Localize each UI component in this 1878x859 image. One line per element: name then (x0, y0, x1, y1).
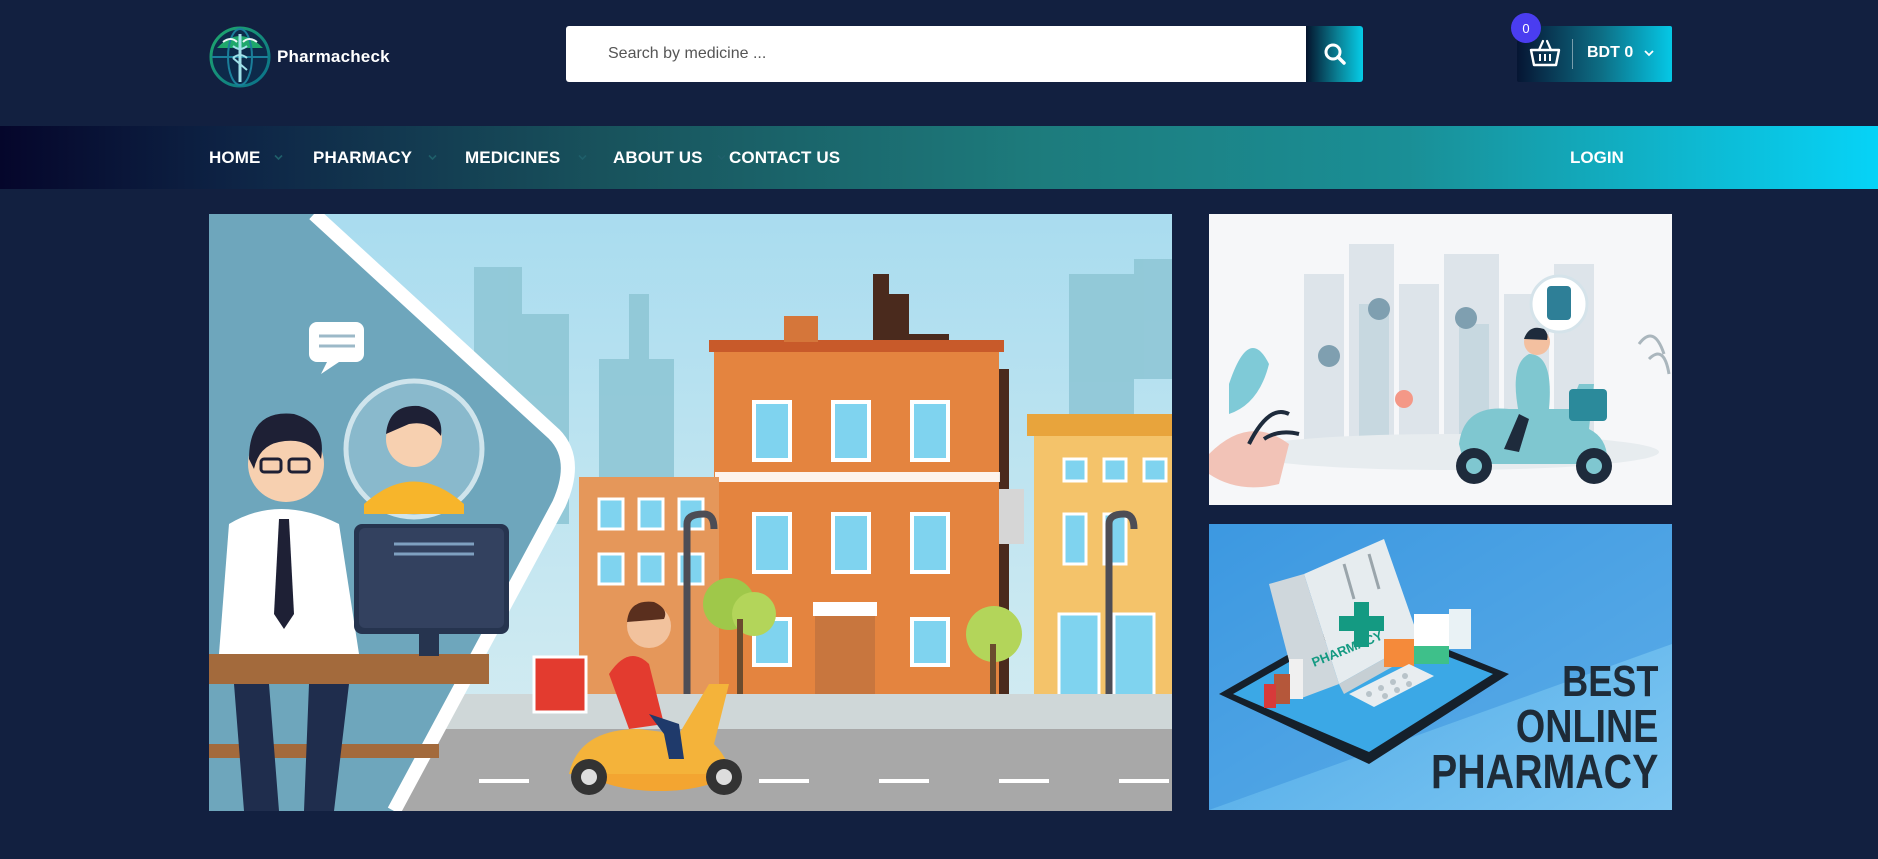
nav-label: CONTACT US (729, 147, 841, 167)
nav-item-medicines[interactable]: MEDICINES (465, 126, 560, 189)
search-icon (1324, 43, 1346, 65)
pharmacy-tablet-illustration: PHARMACY BEST ONLINE PHARMACY (1209, 524, 1672, 810)
basket-icon (1529, 39, 1561, 67)
headline-line3: PHARMACY (1431, 745, 1658, 799)
nav-item-home[interactable]: HOME (209, 126, 260, 189)
nav-label: MEDICINES (465, 147, 561, 167)
chevron-down-icon[interactable] (577, 152, 588, 163)
chevron-down-icon[interactable] (273, 152, 284, 163)
headline-line1: BEST (1562, 657, 1659, 706)
banner-scooter-delivery[interactable] (1209, 214, 1672, 505)
login-link[interactable]: LOGIN (1570, 126, 1624, 189)
cart-count-badge: 0 (1511, 13, 1541, 43)
search-button[interactable] (1306, 26, 1363, 82)
banner-best-online-pharmacy[interactable]: PHARMACY BEST ONLINE PHARMACY (1209, 524, 1672, 810)
chevron-down-icon[interactable] (716, 152, 727, 163)
headline-line2: ONLINE (1516, 700, 1658, 751)
search-bar (566, 26, 1363, 82)
top-header: Pharmacheck BDT 0 0 (0, 0, 1878, 126)
chevron-down-icon[interactable] (427, 152, 438, 163)
cart-button[interactable]: BDT 0 (1517, 26, 1672, 82)
scooter-illustration (1209, 214, 1672, 505)
brand-name: Pharmacheck (277, 47, 390, 66)
search-input[interactable] (566, 26, 1306, 82)
cart-divider (1572, 39, 1573, 69)
nav-label: HOME (209, 147, 261, 167)
nav-label: PHARMACY (313, 147, 413, 167)
nav-item-about-us[interactable]: ABOUT US (613, 126, 703, 189)
nav-item-contact-us[interactable]: CONTACT US (729, 126, 840, 189)
brand-logo[interactable]: Pharmacheck (209, 26, 390, 88)
main-nav: HOME PHARMACY MEDICINES ABOUT US CONTACT… (0, 126, 1878, 189)
chevron-down-icon (1644, 50, 1654, 57)
hero-banner-delivery[interactable] (209, 214, 1172, 811)
hero-illustration (209, 214, 1172, 811)
nav-item-pharmacy[interactable]: PHARMACY (313, 126, 412, 189)
caduceus-globe-icon (209, 26, 271, 88)
cart-total: BDT 0 (1587, 44, 1634, 61)
nav-label: ABOUT US (613, 147, 703, 167)
